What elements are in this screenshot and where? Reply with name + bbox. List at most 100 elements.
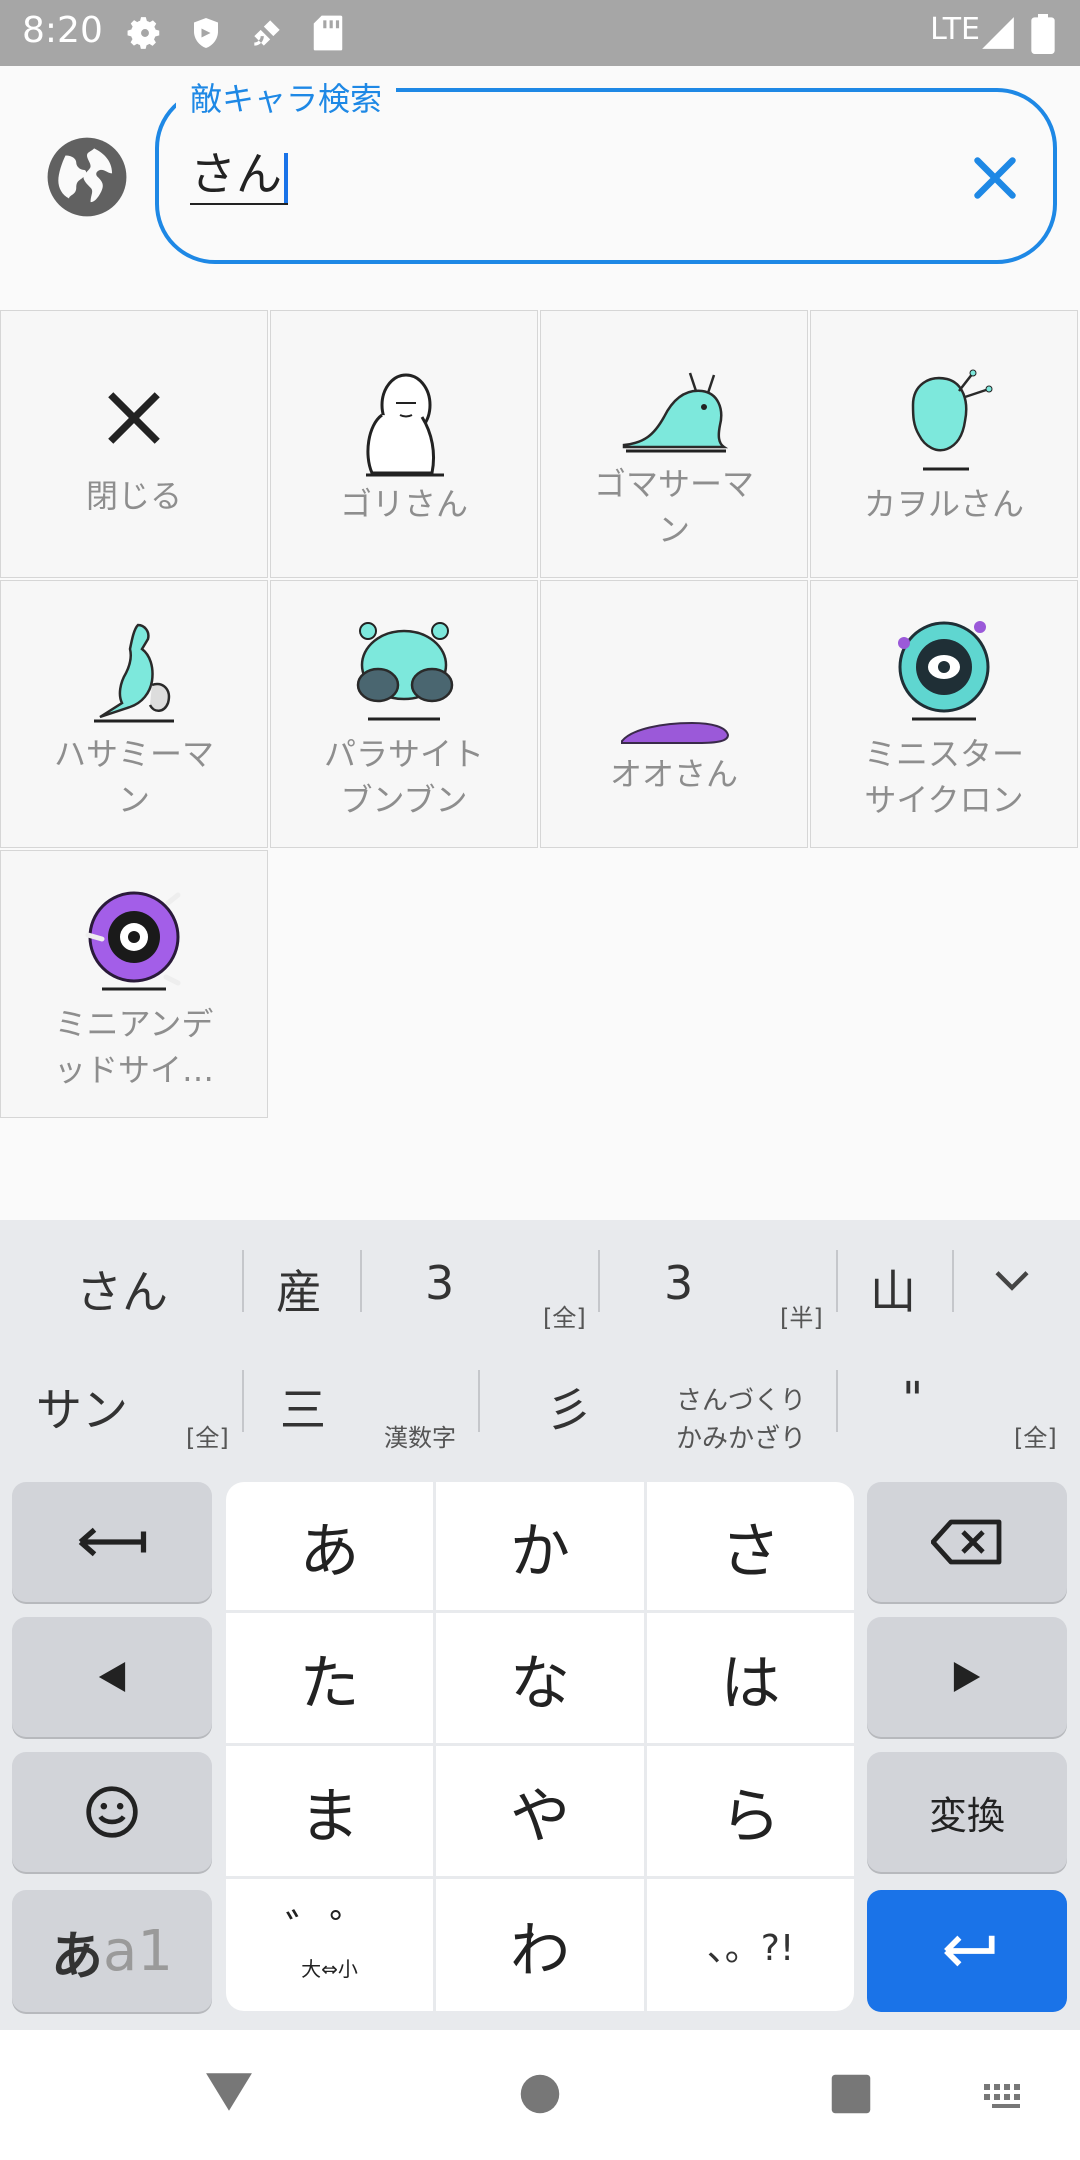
candidate[interactable]: かみかざり: [676, 1418, 806, 1455]
punctuation-label: 、。?!: [706, 1928, 795, 1969]
candidate-tag: [全]: [186, 1424, 229, 1452]
enemy-name: カヲルさん: [863, 485, 1024, 523]
candidate[interactable]: 3: [425, 1256, 454, 1310]
enemy-cell-parasite[interactable]: パラサイト ブンブン: [270, 580, 538, 848]
enemy-name-line2: ン: [117, 781, 150, 819]
undo-arrow-icon: [78, 1527, 147, 1557]
dakuten-key[interactable]: ゛゜ 大⇔小: [226, 1879, 433, 2011]
undo-key[interactable]: [12, 1482, 212, 1602]
enemy-cell-gori[interactable]: ゴリさん: [270, 310, 538, 578]
candidate-divider: [242, 1370, 244, 1432]
battery-icon: [1031, 14, 1055, 54]
status-bar: 8:20 LTE: [0, 0, 1080, 66]
candidate[interactable]: 三: [280, 1374, 326, 1440]
enemy-name-line2: ン: [657, 511, 690, 549]
key-na[interactable]: な: [436, 1613, 644, 1743]
seal-icon: [622, 372, 729, 453]
dakuten-label: ゛゜: [285, 1906, 374, 1957]
backspace-icon: [931, 1519, 1002, 1565]
candidate-divider: [360, 1250, 362, 1312]
navigation-bar: [0, 2030, 1080, 2160]
close-cell[interactable]: 閉じる: [0, 310, 268, 578]
key-sa[interactable]: さ: [647, 1482, 854, 1610]
enter-key[interactable]: [867, 1890, 1067, 2012]
enemy-cell-oo[interactable]: オオさん: [540, 580, 808, 848]
key-ta[interactable]: た: [226, 1613, 433, 1743]
key-ya[interactable]: や: [436, 1746, 644, 1876]
candidate[interactable]: さん: [76, 1256, 168, 1322]
enter-arrow-icon: [944, 1935, 995, 1967]
search-input[interactable]: さん: [190, 148, 288, 205]
enemy-name-line2: ッドサイ…: [53, 1051, 214, 1089]
keyboard-switch-icon[interactable]: [984, 2084, 1028, 2110]
home-circle-icon[interactable]: [519, 2073, 561, 2115]
key-a[interactable]: あ: [226, 1482, 433, 1610]
enemy-cell-kaworu[interactable]: カヲルさん: [810, 310, 1078, 578]
enemy-cell-mini-undead[interactable]: ミニアンデ ッドサイ…: [0, 850, 268, 1118]
candidate[interactable]: 3: [664, 1256, 693, 1310]
candidate-divider: [952, 1250, 954, 1312]
size-toggle-label: 大⇔小: [301, 1957, 358, 1981]
candidate-divider: [836, 1250, 838, 1312]
backspace-key[interactable]: [867, 1482, 1067, 1602]
satellite-icon: [254, 20, 280, 46]
enemy-name-line1: ゴマサーマ: [593, 465, 754, 503]
shield-icon: [194, 18, 218, 48]
mode-switch-key[interactable]: あ a1: [12, 1890, 212, 2012]
enemy-name-line1: ミニスター: [863, 735, 1024, 773]
candidate[interactable]: 彡: [546, 1374, 592, 1440]
candidate[interactable]: 山: [870, 1256, 916, 1322]
gear-icon: [127, 17, 160, 49]
cyclone-icon: [898, 621, 990, 721]
candidate-tag: [全]: [1014, 1424, 1057, 1452]
recents-square-icon[interactable]: [830, 2073, 872, 2115]
triangle-left-icon: [98, 1662, 126, 1692]
candidate[interactable]: ": [902, 1372, 923, 1426]
key-ma[interactable]: ま: [226, 1746, 433, 1876]
clear-search-icon[interactable]: [965, 148, 1025, 208]
candidate[interactable]: サン: [36, 1374, 128, 1440]
candidate-divider: [478, 1370, 480, 1432]
enemy-cell-goma[interactable]: ゴマサーマ ン: [540, 310, 808, 578]
key-wa[interactable]: わ: [436, 1879, 644, 2011]
close-label: 閉じる: [85, 477, 182, 515]
candidate-tag: [半]: [780, 1304, 823, 1332]
undead-cyclone-icon: [85, 891, 181, 991]
mode-label-kana: あ: [51, 1926, 104, 1987]
emoji-key[interactable]: [12, 1752, 212, 1872]
convert-key[interactable]: 変換: [867, 1752, 1067, 1872]
candidate-tag: [全]: [543, 1304, 586, 1332]
enemy-name-line2: サイクロン: [864, 781, 1024, 819]
enemy-name-line2: ブンブン: [340, 781, 468, 819]
search-label: 敵キャラ検索: [176, 74, 397, 120]
candidate-divider: [598, 1250, 600, 1312]
candidate[interactable]: さんづくり: [676, 1380, 806, 1417]
text-caret: [284, 152, 288, 203]
mode-label-alnum: a1: [103, 1918, 173, 1984]
kangaroo-icon: [94, 623, 174, 723]
search-input-text: さん: [190, 147, 282, 201]
key-ka[interactable]: か: [436, 1482, 644, 1610]
convert-label: 変換: [928, 1793, 1005, 1838]
enemy-cell-minister-cyclone[interactable]: ミニスター サイクロン: [810, 580, 1078, 848]
enemy-name-line1: ハサミーマ: [53, 735, 214, 773]
globe-icon[interactable]: [44, 134, 130, 220]
candidate-divider: [836, 1370, 838, 1432]
back-triangle-icon[interactable]: [204, 2070, 254, 2114]
gorilla-icon: [366, 373, 444, 477]
enemy-cell-hasami[interactable]: ハサミーマ ン: [0, 580, 268, 848]
candidate-tag: 漢数字: [384, 1424, 456, 1452]
network-type: LTE: [930, 12, 980, 47]
key-ha[interactable]: は: [647, 1613, 854, 1743]
enemy-name: オオさん: [609, 755, 738, 793]
key-ra[interactable]: ら: [647, 1746, 854, 1876]
cursor-left-key[interactable]: [12, 1617, 212, 1737]
candidate[interactable]: 産: [276, 1256, 322, 1322]
emoji-icon: [86, 1786, 138, 1838]
punctuation-key[interactable]: 、。?!: [647, 1879, 854, 2011]
sd-card-icon: [313, 15, 343, 51]
cursor-right-key[interactable]: [867, 1617, 1067, 1737]
slug-icon: [621, 721, 730, 744]
chevron-down-icon[interactable]: [992, 1266, 1032, 1296]
enemy-name-line1: パラサイト: [323, 735, 484, 773]
